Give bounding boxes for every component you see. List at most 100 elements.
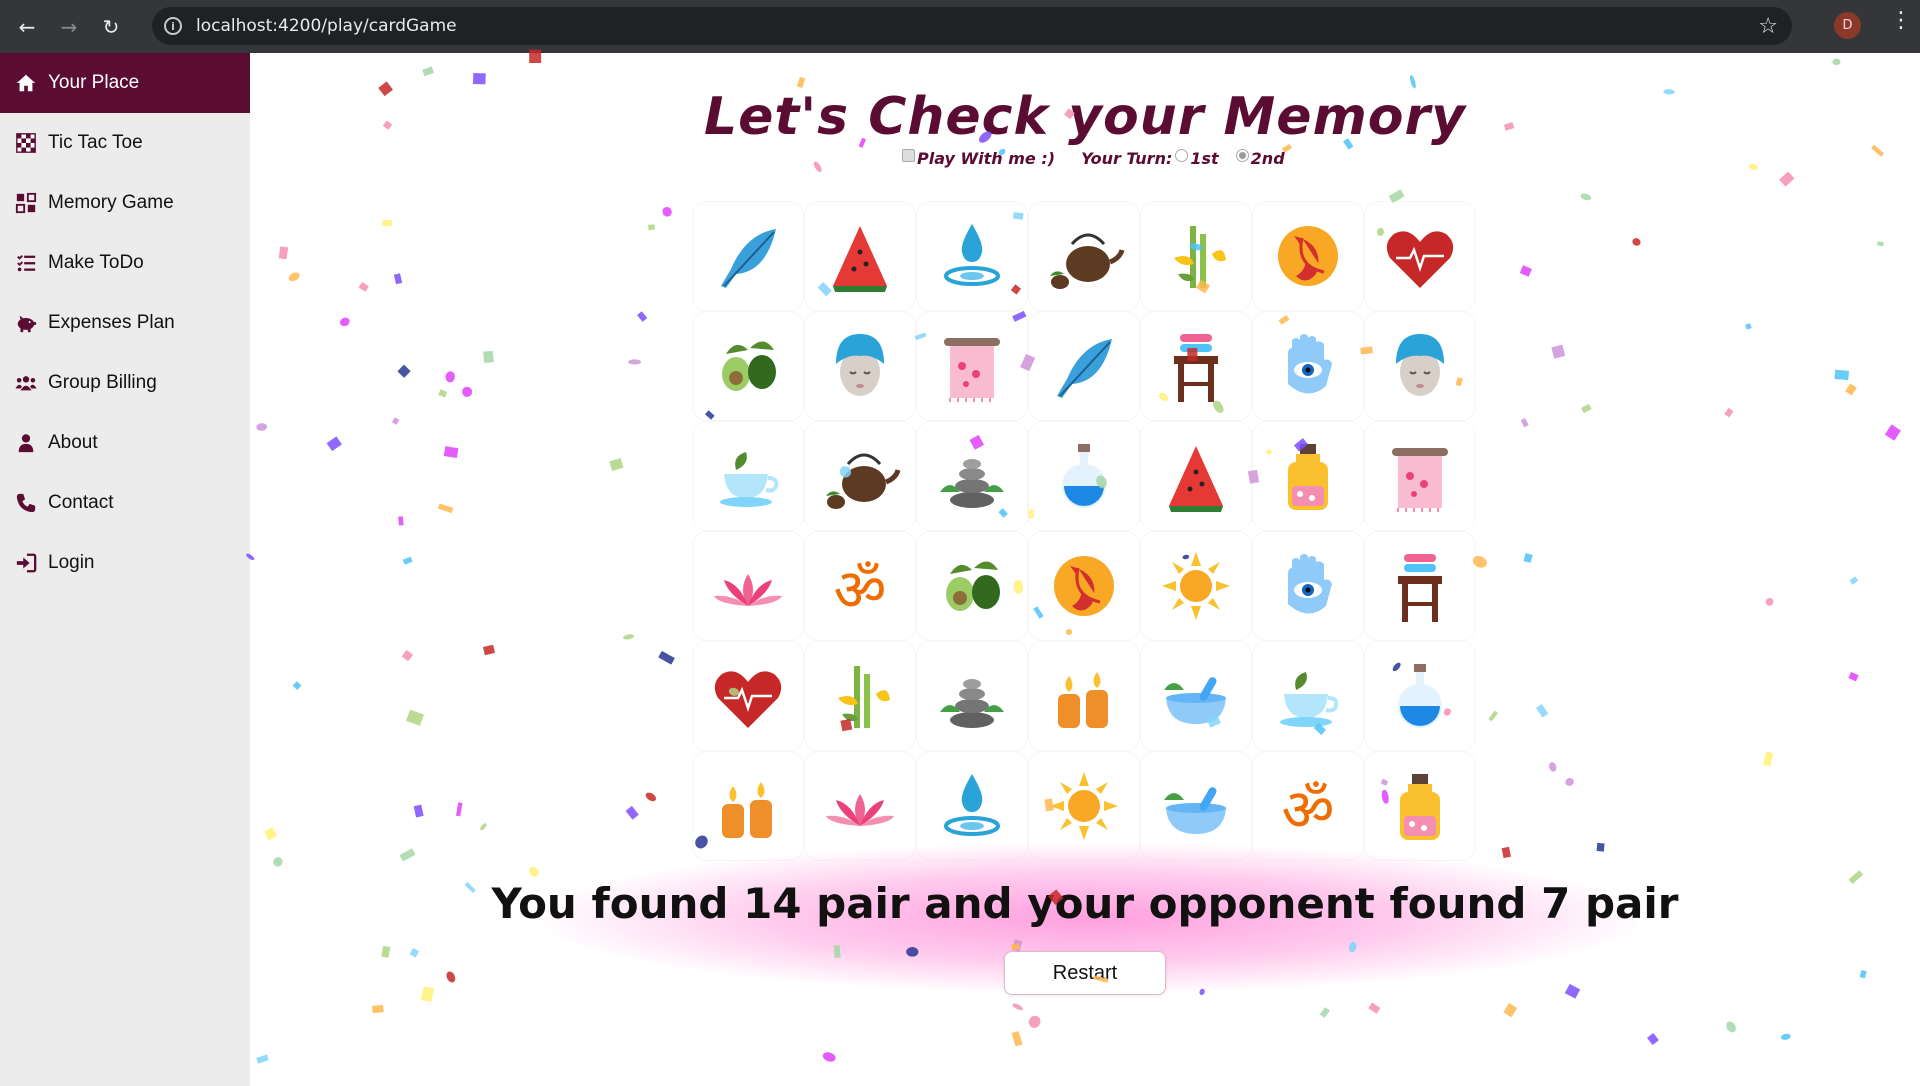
memory-card[interactable]	[916, 421, 1028, 531]
memory-card[interactable]	[916, 311, 1028, 421]
memory-card[interactable]	[804, 751, 916, 861]
sidebar-item-label: Contact	[48, 492, 114, 513]
url-text[interactable]: localhost:4200/play/cardGame	[196, 16, 457, 36]
memory-card[interactable]: ॐ	[1252, 751, 1364, 861]
memory-card[interactable]	[916, 201, 1028, 311]
memory-board: ॐॐ	[692, 201, 1480, 863]
candles-icon	[1058, 672, 1108, 728]
memory-card[interactable]	[1364, 311, 1476, 421]
turn-2nd-radio[interactable]	[1235, 149, 1249, 162]
sidebar-item-tic-tac-toe[interactable]: Tic Tac Toe	[0, 113, 250, 173]
browser-toolbar: ← → ↻ i localhost:4200/play/cardGame ☆ D…	[0, 0, 1920, 53]
memory-card[interactable]	[692, 751, 804, 861]
users-icon	[14, 372, 38, 394]
sidebar-item-label: Your Place	[48, 72, 140, 93]
teapot-icon	[1050, 233, 1125, 289]
memory-card[interactable]	[916, 531, 1028, 641]
memory-card[interactable]	[1252, 421, 1364, 531]
memory-card[interactable]	[1140, 641, 1252, 751]
sidebar-item-login[interactable]: Login	[0, 533, 250, 593]
memory-card[interactable]: ॐ	[804, 531, 916, 641]
memory-card[interactable]	[692, 201, 804, 311]
memory-card[interactable]	[1252, 311, 1364, 421]
phone-icon	[14, 492, 38, 514]
checkerboard-icon	[14, 132, 38, 154]
memory-card[interactable]	[692, 311, 804, 421]
oil-bottle-icon	[1400, 774, 1440, 840]
sidebar-item-make-todo[interactable]: Make ToDo	[0, 233, 250, 293]
reload-icon[interactable]: ↻	[96, 12, 126, 42]
teapot-icon	[826, 453, 901, 509]
water-drop-icon	[944, 774, 1000, 836]
sidebar-item-expenses-plan[interactable]: Expenses Plan	[0, 293, 250, 353]
stones-icon	[940, 459, 1004, 508]
stones-icon	[940, 679, 1004, 728]
memory-card[interactable]	[1364, 641, 1476, 751]
memory-card[interactable]	[804, 421, 916, 531]
heart-icon	[714, 671, 782, 728]
memory-card[interactable]	[1028, 201, 1140, 311]
heart-icon	[1386, 231, 1454, 288]
play-with-me-label: Play With me :)	[917, 149, 1056, 168]
sidebar-item-label: Memory Game	[48, 192, 174, 213]
memory-card[interactable]	[1364, 201, 1476, 311]
towel-icon	[944, 338, 1000, 402]
user-icon	[14, 432, 38, 454]
towel-icon	[1392, 448, 1448, 512]
memory-card[interactable]	[916, 641, 1028, 751]
main-content: Let's Check your Memory Play With me :) …	[250, 53, 1920, 1086]
back-arrow-icon[interactable]: ←	[12, 12, 42, 42]
browser-menu-icon[interactable]: ⋮	[1890, 10, 1912, 32]
forward-arrow-icon[interactable]: →	[54, 12, 84, 42]
memory-card[interactable]	[1364, 751, 1476, 861]
lotus-icon	[714, 574, 782, 606]
sidebar-item-label: Group Billing	[48, 372, 157, 393]
memory-card[interactable]	[1028, 531, 1140, 641]
water-drop-icon	[944, 224, 1000, 286]
avocado-icon	[946, 561, 1000, 611]
memory-card[interactable]	[1364, 531, 1476, 641]
page-title: Let's Check your Memory	[703, 87, 1467, 147]
memory-card[interactable]	[1028, 641, 1140, 751]
memory-card[interactable]	[692, 531, 804, 641]
memory-card[interactable]	[1364, 421, 1476, 531]
stool-icon	[1174, 334, 1218, 402]
restart-button[interactable]: Restart	[1004, 951, 1166, 995]
sidebar-item-memory-game[interactable]: Memory Game	[0, 173, 250, 233]
memory-card[interactable]	[1252, 641, 1364, 751]
memory-card[interactable]	[1140, 531, 1252, 641]
oil-bottle-icon	[1288, 444, 1328, 510]
home-icon	[14, 72, 38, 94]
memory-card[interactable]	[1252, 201, 1364, 311]
sidebar-item-group-billing[interactable]: Group Billing	[0, 353, 250, 413]
play-with-me-checkbox[interactable]	[902, 149, 915, 162]
memory-card[interactable]	[804, 641, 916, 751]
turn-1st-radio[interactable]	[1175, 149, 1189, 162]
om-icon: ॐ	[834, 556, 887, 624]
bookmark-star-icon[interactable]: ☆	[1758, 14, 1778, 39]
memory-card[interactable]	[804, 311, 916, 421]
sidebar-item-your-place[interactable]: Your Place	[0, 53, 250, 113]
address-bar[interactable]: i localhost:4200/play/cardGame ☆	[152, 7, 1792, 45]
sidebar-item-contact[interactable]: Contact	[0, 473, 250, 533]
potion-icon	[1398, 664, 1442, 728]
profile-avatar[interactable]: D	[1834, 12, 1861, 39]
memory-card[interactable]	[1140, 201, 1252, 311]
memory-card[interactable]	[1140, 421, 1252, 531]
sidebar-item-about[interactable]: About	[0, 413, 250, 473]
memory-card[interactable]	[1252, 531, 1364, 641]
lotus-icon	[826, 794, 894, 826]
memory-card[interactable]	[692, 641, 804, 751]
sidebar-item-label: About	[48, 432, 98, 453]
sidebar-item-label: Expenses Plan	[48, 312, 175, 333]
memory-card[interactable]	[692, 421, 804, 531]
memory-card[interactable]	[1028, 311, 1140, 421]
memory-card[interactable]	[1140, 311, 1252, 421]
memory-card[interactable]	[1028, 421, 1140, 531]
face-mask-icon	[836, 334, 884, 396]
result-message: You found 14 pair and your opponent foun…	[491, 879, 1679, 928]
turn-2nd-label: 2nd	[1250, 149, 1285, 168]
koi-fish-icon	[1278, 226, 1338, 286]
site-info-icon[interactable]: i	[164, 17, 182, 35]
memory-card[interactable]	[804, 201, 916, 311]
